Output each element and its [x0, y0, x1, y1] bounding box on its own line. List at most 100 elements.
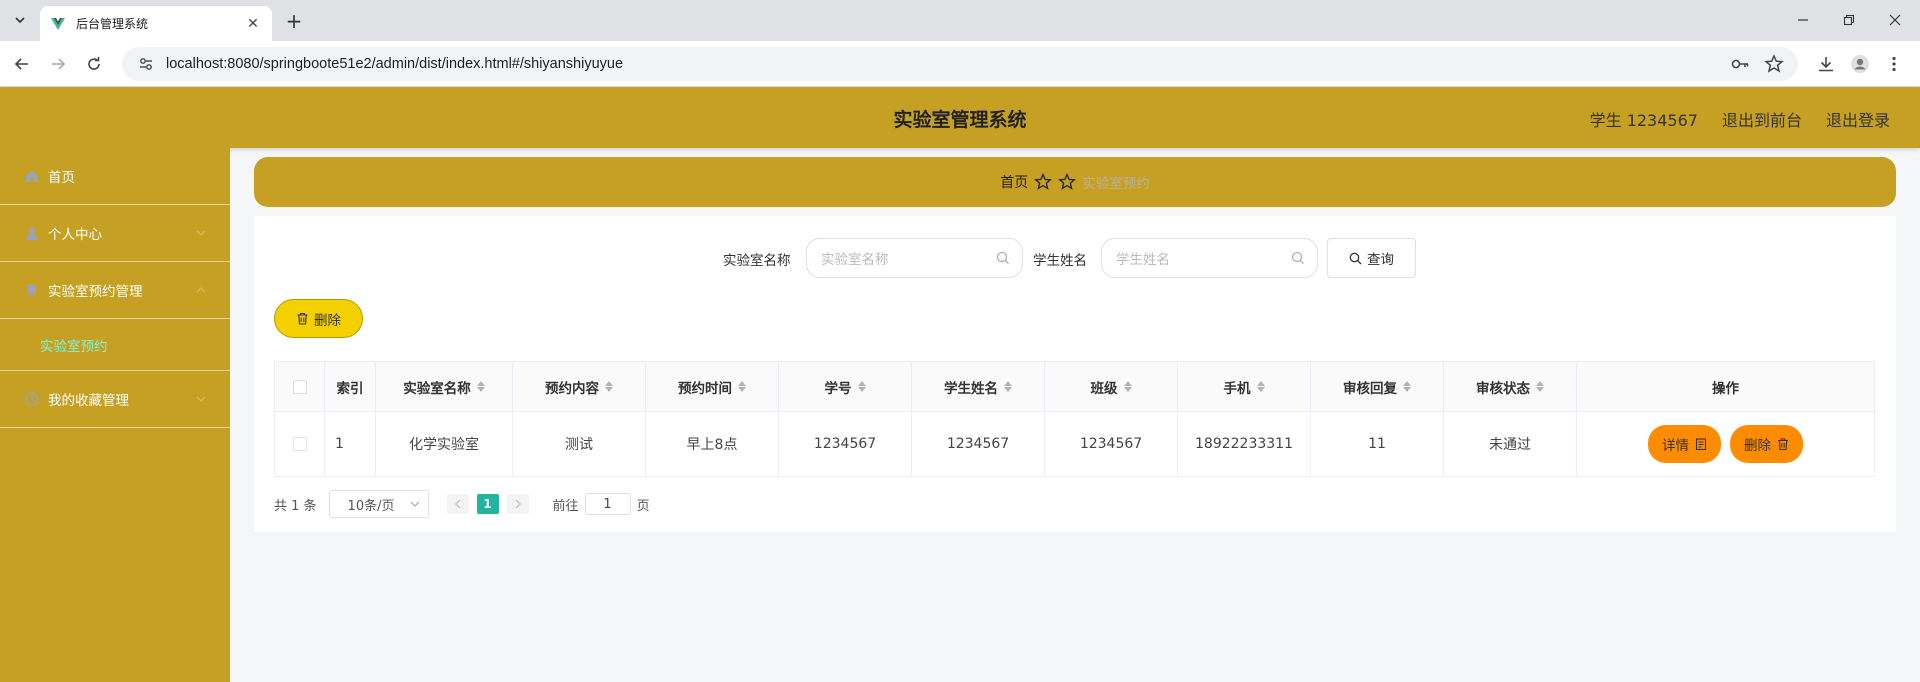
arrow-right-icon — [52, 58, 66, 70]
download-button[interactable] — [1812, 50, 1840, 78]
col-reply-label: 审核回复 — [1343, 380, 1397, 397]
sort-icon[interactable] — [476, 381, 485, 392]
sort-icon[interactable] — [1403, 381, 1411, 392]
reload-button[interactable] — [80, 50, 108, 78]
student-name-input[interactable]: 学生姓名 — [1101, 238, 1318, 278]
page-number-current[interactable]: 1 — [476, 494, 499, 514]
col-time-label: 预约时间 — [678, 380, 732, 397]
sort-icon[interactable] — [1256, 381, 1265, 392]
forward-button[interactable] — [44, 50, 72, 78]
search-icon — [996, 251, 1009, 264]
sort-icon[interactable] — [738, 381, 746, 392]
page-size-value: 10条/页 — [347, 498, 395, 514]
bookmark-star-icon[interactable] — [1764, 54, 1784, 78]
sort-icon[interactable] — [1004, 381, 1012, 392]
query-button[interactable]: 查询 — [1327, 238, 1416, 278]
sidebar-item-personal-center[interactable]: 个人中心 — [0, 205, 230, 262]
avatar-icon — [1851, 55, 1869, 73]
col-status[interactable]: 审核状态 — [1444, 362, 1577, 411]
detail-button-label: 详情 — [1662, 438, 1689, 454]
col-student-name[interactable]: 学生姓名 — [912, 362, 1045, 411]
col-student-name-label: 学生姓名 — [944, 380, 998, 397]
browser-menu-button[interactable] — [1880, 50, 1908, 78]
logout-link[interactable]: 退出登录 — [1826, 107, 1890, 131]
lab-name-input[interactable]: 实验室名称 — [806, 238, 1023, 278]
sidebar-item-label: 我的收藏管理 — [48, 393, 129, 409]
close-icon — [1889, 14, 1901, 26]
sidebar-item-label: 实验室预约 — [40, 338, 108, 355]
browser-tab-bar: 后台管理系统 ✕ + — [0, 0, 1920, 41]
col-content[interactable]: 预约内容 — [513, 362, 646, 411]
close-window-button[interactable] — [1872, 6, 1918, 34]
profile-button[interactable] — [1846, 50, 1874, 78]
breadcrumb: 首页 实验室预约 — [254, 157, 1896, 207]
chevron-up-icon — [196, 287, 206, 293]
cell-phone: 18922233311 — [1178, 412, 1311, 476]
minimize-button[interactable] — [1780, 6, 1826, 34]
select-all-checkbox[interactable] — [292, 379, 307, 394]
col-time[interactable]: 预约时间 — [646, 362, 779, 411]
sort-icon[interactable] — [857, 381, 866, 392]
pagination-total: 共 1 条 — [274, 498, 317, 514]
sort-icon[interactable] — [1536, 381, 1544, 392]
app-header: 实验室管理系统 学生 1234567 退出到前台 退出登录 — [0, 87, 1920, 148]
row-delete-button[interactable]: 删除 — [1730, 425, 1803, 463]
sidebar: 首页 个人中心 实验室预约管理 实验室预约 我的收藏管理 — [0, 148, 230, 682]
sidebar-item-lab-booking-management[interactable]: 实验室预约管理 — [0, 262, 230, 319]
search-icon — [1291, 251, 1304, 264]
more-vertical-icon — [1892, 56, 1896, 72]
chevron-left-icon — [454, 499, 461, 509]
password-key-icon[interactable] — [1730, 54, 1750, 78]
pagination: 共 1 条 10条/页 1 前往 1 页 — [274, 490, 650, 518]
sidebar-item-lab-booking[interactable]: 实验室预约 — [0, 319, 230, 371]
col-phone-label: 手机 — [1223, 380, 1251, 397]
restore-button[interactable] — [1826, 6, 1872, 34]
site-info-icon[interactable] — [136, 54, 156, 74]
download-icon — [1819, 57, 1833, 72]
back-button[interactable] — [8, 50, 36, 78]
home-icon — [24, 168, 40, 184]
detail-button[interactable]: 详情 — [1648, 425, 1721, 463]
user-icon — [24, 225, 40, 241]
sort-icon[interactable] — [605, 381, 613, 392]
exit-to-front-link[interactable]: 退出到前台 — [1722, 107, 1802, 131]
address-bar[interactable]: localhost:8080/springboote51e2/admin/dis… — [122, 47, 1798, 81]
next-page-button[interactable] — [506, 494, 529, 514]
star-outline-icon — [1034, 173, 1053, 190]
search-icon — [1349, 252, 1362, 264]
cell-class: 1234567 — [1045, 412, 1178, 476]
tab-search-button[interactable] — [6, 8, 34, 32]
new-tab-button[interactable]: + — [282, 9, 306, 33]
select-all-cell — [275, 362, 325, 411]
batch-delete-button[interactable]: 删除 — [274, 299, 363, 338]
booking-table: 索引 实验室名称 预约内容 预约时间 学号 学生姓名 班级 手机 审核回复 审核… — [274, 361, 1875, 477]
cell-lab-name: 化学实验室 — [376, 412, 513, 476]
browser-tab[interactable]: 后台管理系统 ✕ — [40, 6, 272, 41]
col-lab-name[interactable]: 实验室名称 — [376, 362, 513, 411]
cell-student-name: 1234567 — [912, 412, 1045, 476]
breadcrumb-home[interactable]: 首页 — [1000, 172, 1028, 192]
col-class[interactable]: 班级 — [1045, 362, 1178, 411]
search-form: 实验室名称 实验室名称 学生姓名 学生姓名 查询 — [254, 238, 1896, 278]
table-header: 索引 实验室名称 预约内容 预约时间 学号 学生姓名 班级 手机 审核回复 审核… — [275, 362, 1874, 412]
col-reply[interactable]: 审核回复 — [1311, 362, 1444, 411]
sidebar-item-my-favorites[interactable]: 我的收藏管理 — [0, 371, 230, 428]
student-name-placeholder: 学生姓名 — [1116, 252, 1170, 268]
page-size-select[interactable]: 10条/页 — [328, 490, 429, 518]
query-button-label: 查询 — [1367, 252, 1394, 268]
vue-logo-icon — [51, 17, 65, 30]
col-phone[interactable]: 手机 — [1178, 362, 1311, 411]
cell-reply: 11 — [1311, 412, 1444, 476]
chevron-down-icon — [15, 17, 25, 24]
sidebar-item-home[interactable]: 首页 — [0, 148, 230, 205]
prev-page-button[interactable] — [446, 494, 469, 514]
lab-name-placeholder: 实验室名称 — [821, 252, 889, 268]
goto-page-input[interactable]: 1 — [584, 493, 631, 515]
restore-icon — [1843, 14, 1855, 26]
col-student-no-label: 学号 — [824, 380, 852, 397]
close-tab-icon[interactable]: ✕ — [244, 15, 262, 33]
trash-icon — [1778, 438, 1788, 450]
col-student-no[interactable]: 学号 — [779, 362, 912, 411]
sort-icon[interactable] — [1123, 381, 1132, 392]
row-checkbox[interactable] — [292, 437, 307, 451]
